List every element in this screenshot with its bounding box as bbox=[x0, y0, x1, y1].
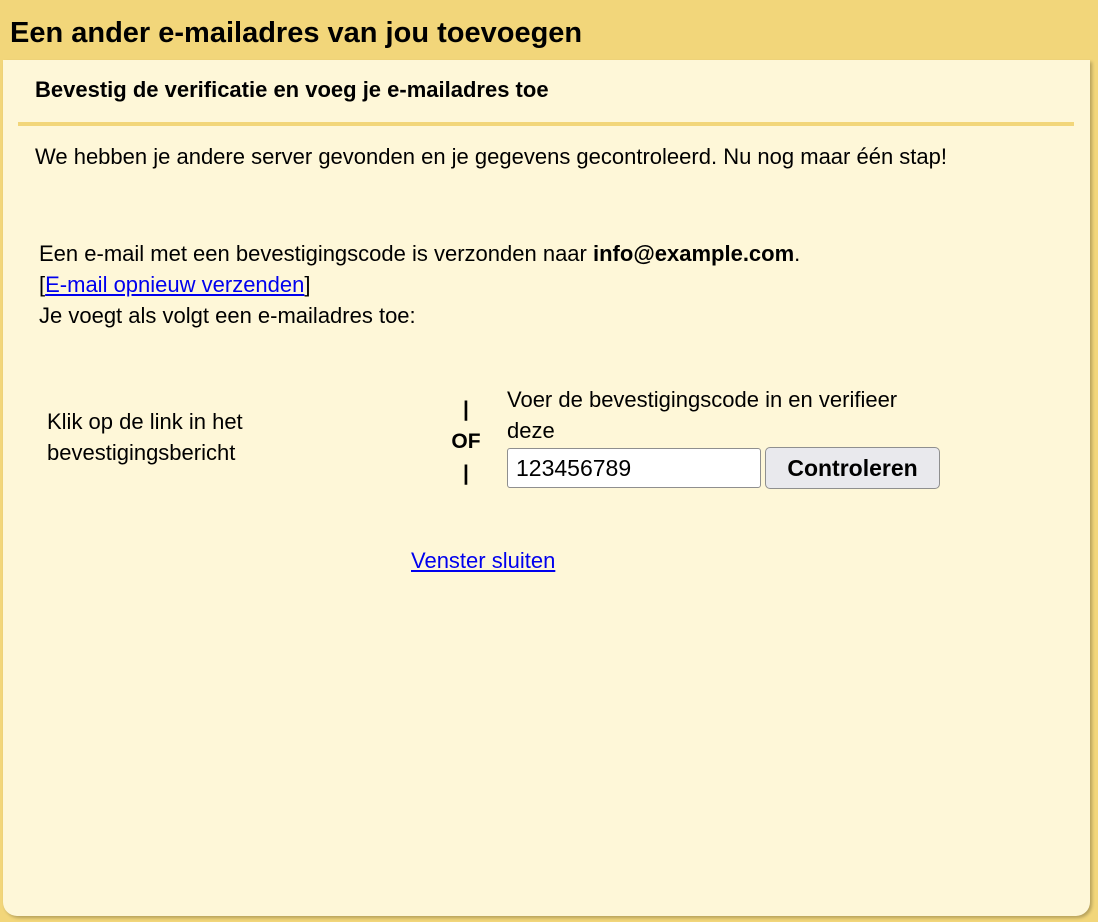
resend-close-bracket: ] bbox=[304, 272, 311, 297]
instruction-text: Je voegt als volgt een e-mailadres toe: bbox=[39, 303, 416, 328]
dialog-body: Bevestig de verificatie en voeg je e-mai… bbox=[3, 60, 1090, 916]
resend-line: [E-mail opnieuw verzenden] bbox=[39, 269, 1059, 300]
or-separator: | OF | bbox=[443, 394, 489, 490]
dialog-title-bar: Een ander e-mailadres van jou toevoegen bbox=[0, 0, 1098, 60]
close-window-link[interactable]: Venster sluiten bbox=[411, 546, 555, 576]
subtitle-divider bbox=[18, 122, 1074, 126]
sent-prefix: Een e-mail met een bevestigingscode is v… bbox=[39, 241, 593, 266]
add-email-dialog: Een ander e-mailadres van jou toevoegen … bbox=[0, 0, 1098, 922]
dialog-subtitle: Bevestig de verificatie en voeg je e-mai… bbox=[35, 77, 549, 102]
email-address: info@example.com bbox=[593, 241, 795, 266]
verification-code-input[interactable] bbox=[507, 448, 761, 488]
or-label: OF bbox=[451, 430, 481, 453]
or-bar-bottom: | bbox=[463, 462, 469, 485]
or-bar-top: | bbox=[463, 398, 469, 421]
intro-text: We hebben je andere server gevonden en j… bbox=[35, 144, 947, 169]
verify-button[interactable]: Controleren bbox=[765, 447, 940, 489]
option-click-link-text: Klik op de link in het bevestigingsberic… bbox=[47, 409, 243, 465]
resend-email-link[interactable]: E-mail opnieuw verzenden bbox=[45, 272, 304, 297]
dialog-title: Een ander e-mailadres van jou toevoegen bbox=[10, 17, 583, 49]
option-enter-code-text: Voer de bevestigingscode in en verifieer… bbox=[507, 387, 898, 443]
verification-sent-block: Een e-mail met een bevestigingscode is v… bbox=[39, 238, 1059, 331]
sent-suffix: . bbox=[794, 241, 801, 266]
verification-sent-line: Een e-mail met een bevestigingscode is v… bbox=[39, 238, 1059, 269]
